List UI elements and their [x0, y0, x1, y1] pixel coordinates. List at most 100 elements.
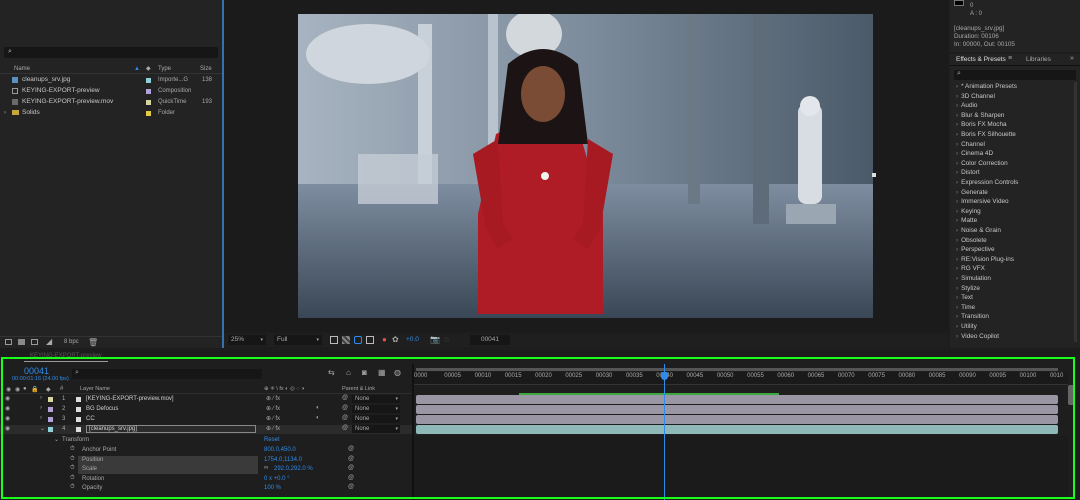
solo-icon[interactable]: ● — [23, 386, 27, 392]
effects-category[interactable]: › Blur & Sharpen — [950, 111, 1072, 121]
property-value[interactable]: 0 x +0.0 ° — [264, 476, 290, 482]
pickwhip-icon[interactable]: @ — [348, 465, 354, 471]
eye-icon[interactable]: ◉ — [5, 405, 10, 412]
effects-category[interactable]: › Time — [950, 303, 1072, 313]
tab-libraries[interactable]: Libraries — [1026, 56, 1051, 63]
effects-category[interactable]: › Cinema 4D — [950, 149, 1072, 159]
transform-group[interactable]: ⌄ Transform Reset — [0, 436, 412, 445]
pickwhip-icon[interactable]: @ — [348, 456, 354, 462]
stopwatch-icon[interactable]: ⏱ — [70, 446, 75, 453]
property-row[interactable]: ⏱ Scale ∞ 292.0,292.0 % @ — [0, 465, 412, 475]
column-parent[interactable]: Parent & Link — [342, 386, 375, 392]
switches-icon[interactable]: ⊕ ⁄ fx — [266, 425, 280, 432]
layer-duration-bar[interactable] — [416, 395, 1058, 404]
parent-select[interactable]: None ▾ — [352, 425, 400, 433]
effects-category[interactable]: › Immersive Video — [950, 197, 1072, 207]
effects-category[interactable]: › Text — [950, 293, 1072, 303]
shy-layers-icon[interactable]: ◙ — [362, 368, 367, 377]
project-search-bar[interactable]: ⌕ — [4, 47, 218, 58]
panel-menu-icon[interactable]: ≡ — [1008, 55, 1012, 62]
effects-search-input[interactable]: ⌕ — [954, 70, 1076, 80]
work-area-bar[interactable] — [416, 368, 1058, 371]
column-layer-name[interactable]: Layer Name — [80, 386, 110, 392]
layer-name[interactable]: [cleanups_srv.jpg] — [86, 425, 256, 433]
effects-category[interactable]: › RG VFX — [950, 264, 1072, 274]
motion-blur-icon[interactable]: ◍ — [394, 368, 401, 377]
chevron-right-icon[interactable]: › — [40, 415, 42, 421]
effects-category[interactable]: › Simulation — [950, 274, 1072, 284]
layer-name[interactable]: BG Defocus — [86, 406, 118, 412]
label-swatch[interactable] — [48, 427, 53, 432]
eye-icon[interactable]: ◉ — [5, 395, 10, 402]
interpret-footage-icon[interactable] — [5, 339, 12, 345]
project-settings-icon[interactable]: ◢ — [46, 337, 52, 346]
zoom-select[interactable]: 25% ▾ — [228, 335, 266, 345]
property-row[interactable]: ⏱ Position 1754.0,1134.0 @ — [0, 455, 412, 465]
frame-blending-icon[interactable]: ▦ — [378, 368, 386, 377]
property-row[interactable]: ⏱ Opacity 100 % @ — [0, 484, 412, 493]
pickwhip-icon[interactable]: @ — [342, 395, 348, 401]
comp-flowchart-icon[interactable]: ⇆ — [328, 368, 335, 377]
region-of-interest-icon[interactable] — [330, 336, 338, 344]
chevron-right-icon[interactable]: ⌄ — [40, 425, 45, 432]
effects-category[interactable]: › Generate — [950, 188, 1072, 198]
new-composition-icon[interactable] — [31, 339, 38, 345]
chevron-right-icon[interactable]: › — [40, 395, 42, 401]
effects-category[interactable]: › Video Copilot — [950, 332, 1072, 342]
effects-category[interactable]: › Matte — [950, 216, 1072, 226]
layer-search-input[interactable]: ⌕ — [72, 369, 262, 379]
timeline-scrollbar[interactable] — [1068, 385, 1074, 405]
layer-duration-bar[interactable] — [416, 415, 1058, 424]
lock-icon[interactable]: 🔒 — [31, 386, 38, 393]
effects-category[interactable]: › Obsolete — [950, 236, 1072, 246]
layer-duration-bar[interactable] — [416, 405, 1058, 414]
effects-category[interactable]: › Keying — [950, 207, 1072, 217]
layer-row[interactable]: ◉ ⌄ 4 [cleanups_srv.jpg] ⊕ ⁄ fx @ None ▾ — [0, 425, 412, 434]
property-row[interactable]: ⏱ Anchor Point 800.0,450.0 @ — [0, 446, 412, 455]
column-type[interactable]: Type — [158, 64, 171, 74]
playhead[interactable] — [661, 364, 669, 500]
stopwatch-icon[interactable]: ⏱ — [70, 465, 75, 472]
parent-select[interactable]: None ▾ — [352, 395, 400, 403]
list-item[interactable]: › Solids Folder — [0, 108, 222, 118]
pickwhip-icon[interactable]: @ — [348, 446, 354, 452]
reset-link[interactable]: Reset — [264, 437, 280, 443]
effects-category[interactable]: › Transition — [950, 312, 1072, 322]
effects-category[interactable]: › RE:Vision Plug-ins — [950, 255, 1072, 265]
layer-row[interactable]: ◉ › 2 BG Defocus ⊕ ⁄ fx ◐ @ None ▾ — [0, 405, 412, 414]
effects-category[interactable]: › Color Correction — [950, 159, 1072, 169]
bpc-label[interactable]: 8 bpc — [64, 339, 79, 345]
tab-effects-presets[interactable]: Effects & Presets — [956, 56, 1006, 63]
effects-category[interactable]: › Boris FX Mocha — [950, 120, 1072, 130]
panel-overflow-icon[interactable]: » — [1070, 55, 1074, 62]
layer-name[interactable]: [KEYING-EXPORT-preview.mov] — [86, 396, 174, 402]
channel-icon[interactable]: ● — [382, 335, 387, 344]
layer-name[interactable]: CC — [86, 416, 95, 422]
delete-icon[interactable]: 🗑 — [88, 338, 98, 347]
tab-composition[interactable]: KEYING-EXPORT-preview — [30, 353, 102, 359]
label-swatch[interactable] — [48, 407, 53, 412]
exposure-value[interactable]: +0.0 — [406, 336, 419, 343]
stopwatch-icon[interactable]: ⏱ — [70, 456, 75, 463]
color-management-icon[interactable]: ✿ — [392, 335, 399, 344]
effects-category[interactable]: › Noise & Grain — [950, 226, 1072, 236]
property-value[interactable]: 800.0,450.0 — [264, 447, 296, 453]
new-folder-icon[interactable] — [18, 339, 25, 345]
timeline-timecode[interactable]: 00041 — [24, 366, 49, 376]
layer-row[interactable]: ◉ › 1 [KEYING-EXPORT-preview.mov] ⊕ ⁄ fx @ Non… — [0, 395, 412, 404]
property-value[interactable]: 1754.0,1134.0 — [264, 457, 302, 463]
effects-category[interactable]: › Distort — [950, 168, 1072, 178]
layer-duration-bar[interactable] — [416, 425, 1058, 434]
draft-3d-icon[interactable]: ⌂ — [346, 368, 351, 377]
pickwhip-icon[interactable]: @ — [342, 425, 348, 431]
viewer-frame[interactable] — [298, 14, 873, 318]
resolution-select[interactable]: Full ▾ — [274, 335, 322, 345]
effects-category[interactable]: › Audio — [950, 101, 1072, 111]
property-value[interactable]: 292.0,292.0 % — [274, 466, 313, 472]
effects-category[interactable]: › 3D Channel — [950, 92, 1072, 102]
list-item[interactable]: KEYING-EXPORT-preview.mov QuickTime 193 — [0, 97, 222, 107]
label-swatch[interactable] — [48, 397, 53, 402]
effects-category[interactable]: › Perspective — [950, 245, 1072, 255]
adjustment-layer-icon[interactable]: ◐ — [316, 405, 320, 411]
label-swatch[interactable] — [48, 417, 53, 422]
